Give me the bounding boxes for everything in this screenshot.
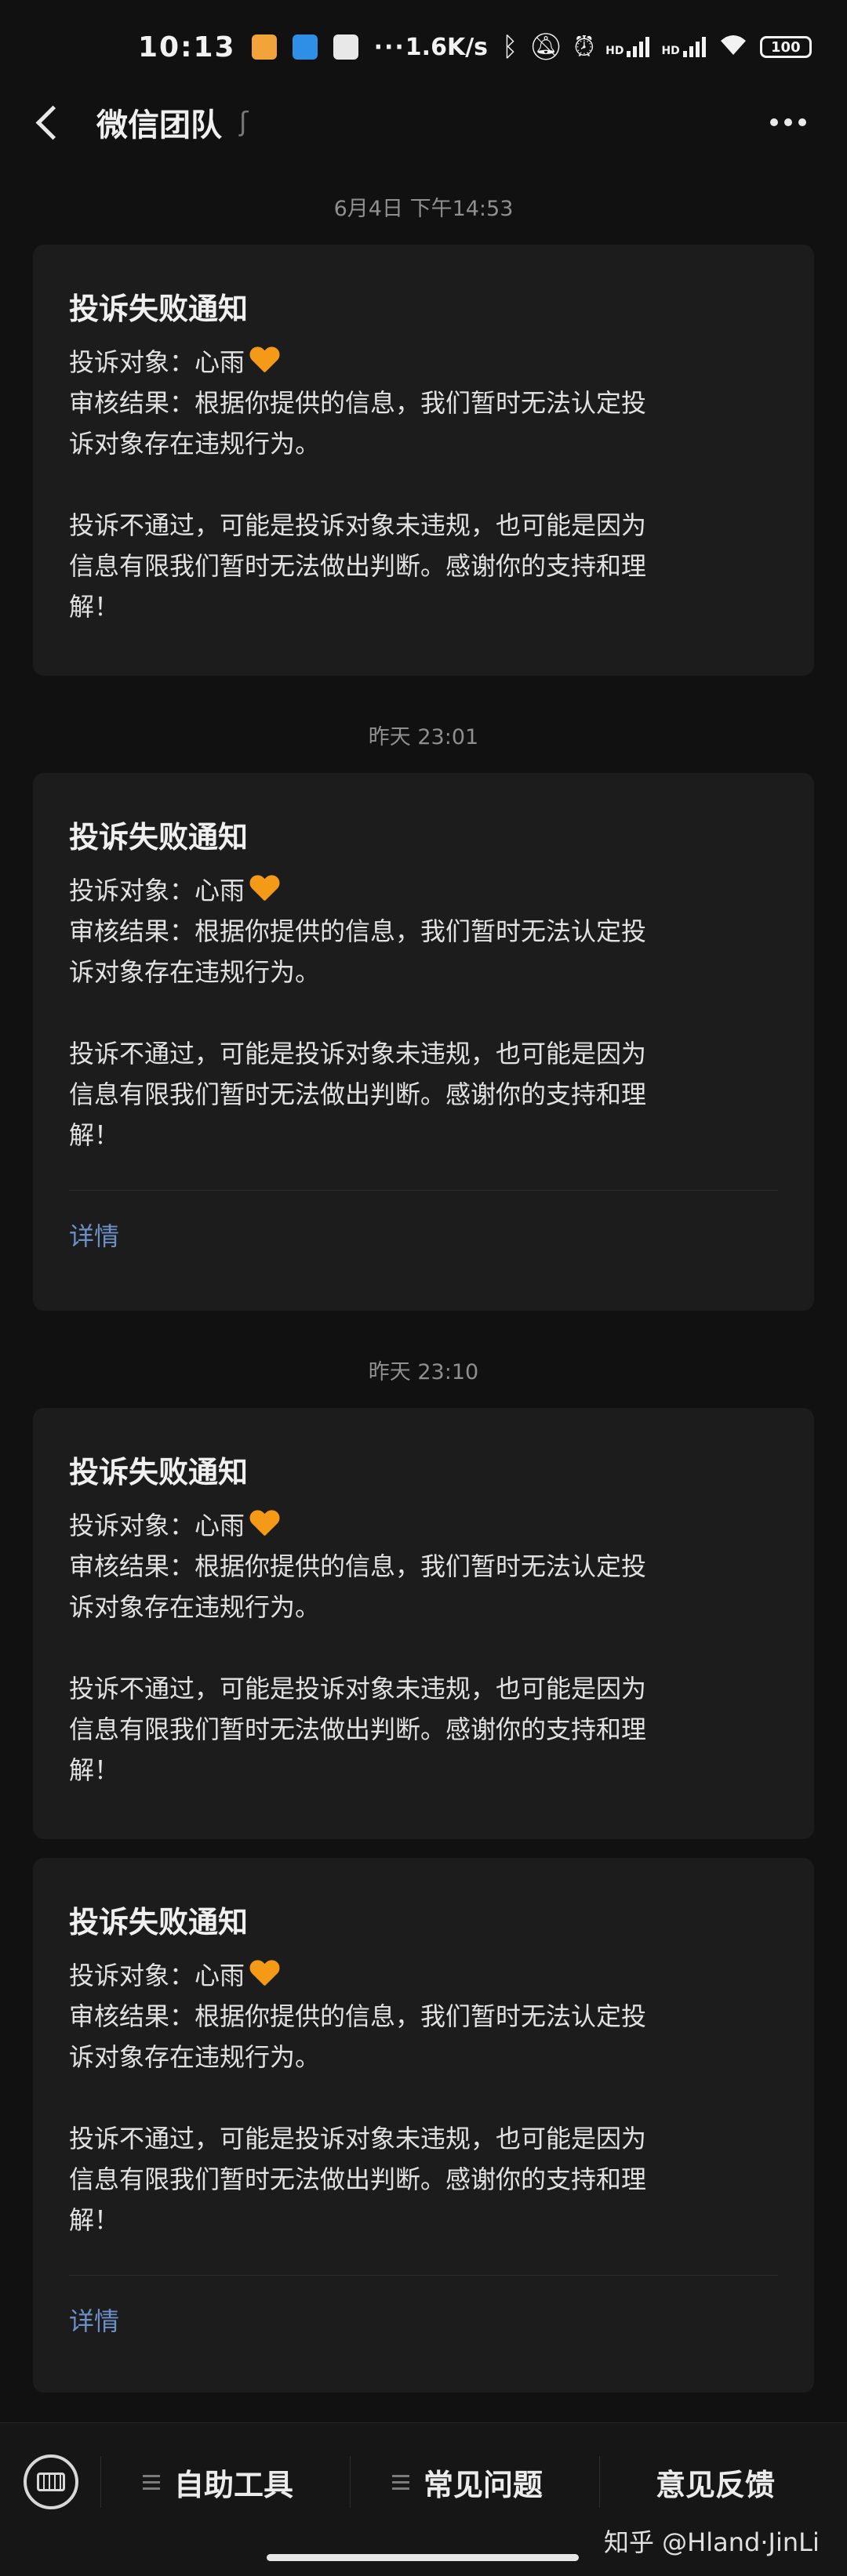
more-options-icon[interactable] (770, 118, 806, 126)
mute-icon: 🔕︎ (529, 31, 563, 63)
menu-label: 意见反馈 (656, 2467, 776, 2502)
notification-app-icon (251, 34, 277, 60)
review-result-cont: 诉对象存在违规行为。 (69, 1592, 321, 1622)
note-text: 投诉不通过，可能是投诉对象未违规，也可能是因为 (69, 510, 647, 540)
menu-list-icon (392, 2474, 409, 2490)
status-left: 10:13 ··· (138, 31, 405, 63)
earpiece-icon: ʃ (239, 107, 249, 138)
menu-faq[interactable]: 常见问题 (392, 2458, 543, 2506)
notification-card[interactable]: 投诉失败通知 投诉对象：心雨 审核结果：根据你提供的信息，我们暂时无法认定投 诉… (33, 245, 814, 676)
notification-app-icon (292, 34, 318, 60)
review-result: 审核结果：根据你提供的信息，我们暂时无法认定投 (69, 2001, 647, 2031)
note-text: 信息有限我们暂时无法做出判断。感谢你的支持和理 (69, 2164, 647, 2194)
menu-label: 自助工具 (174, 2467, 294, 2502)
battery-level: 100 (771, 38, 801, 56)
menu-list-icon (143, 2474, 160, 2490)
menu-separator (350, 2456, 351, 2508)
card-title: 投诉失败通知 (69, 292, 249, 326)
message-timestamp: 昨天 23:10 (368, 1360, 479, 1384)
complaint-target: 投诉对象：心雨 (69, 1511, 245, 1540)
status-right: 1.6K/s ᛒ 🔕︎ ⏰︎ HD HD 100 (405, 31, 812, 63)
notification-card[interactable]: 投诉失败通知 投诉对象：心雨 审核结果：根据你提供的信息，我们暂时无法认定投 诉… (33, 1408, 814, 1839)
note-text: 解！ (69, 592, 120, 622)
note-text: 解！ (69, 1755, 120, 1785)
orange-heart-icon (249, 347, 279, 374)
review-result-cont: 诉对象存在违规行为。 (69, 2042, 321, 2072)
orange-heart-icon (249, 1511, 279, 1537)
card-title: 投诉失败通知 (69, 820, 249, 854)
note-text: 解！ (69, 1120, 120, 1150)
review-result: 审核结果：根据你提供的信息，我们暂时无法认定投 (69, 388, 647, 418)
review-result-cont: 诉对象存在违规行为。 (69, 429, 321, 459)
more-notifications: ··· (373, 33, 405, 61)
complaint-target: 投诉对象：心雨 (69, 1961, 245, 1990)
status-bar: 10:13 ··· 1.6K/s ᛒ 🔕︎ ⏰︎ HD HD 100 (0, 0, 847, 94)
details-link[interactable]: 详情 (69, 2302, 119, 2340)
chat-title: 微信团队 (96, 107, 222, 143)
hd-label: HD (661, 45, 680, 57)
note-text: 投诉不通过，可能是投诉对象未违规，也可能是因为 (69, 1674, 647, 1703)
card-title: 投诉失败通知 (69, 1455, 249, 1489)
card-divider (69, 1190, 778, 1191)
details-link[interactable]: 详情 (69, 1217, 119, 1255)
card-body: 投诉对象：心雨 审核结果：根据你提供的信息，我们暂时无法认定投 诉对象存在违规行… (69, 1505, 778, 1791)
orange-heart-icon (249, 1961, 279, 1987)
menu-feedback[interactable]: 意见反馈 (656, 2458, 775, 2506)
signal-icon: HD (605, 37, 650, 57)
card-title: 投诉失败通知 (69, 1905, 249, 1939)
note-text: 投诉不通过，可能是投诉对象未违规，也可能是因为 (69, 2124, 647, 2153)
review-result: 审核结果：根据你提供的信息，我们暂时无法认定投 (69, 1551, 647, 1581)
complaint-target: 投诉对象：心雨 (69, 347, 245, 377)
review-result: 审核结果：根据你提供的信息，我们暂时无法认定投 (69, 916, 647, 946)
chat-screen: 10:13 ··· 1.6K/s ᛒ 🔕︎ ⏰︎ HD HD 100 微信团队 … (0, 0, 847, 2576)
keyboard-icon[interactable] (24, 2454, 78, 2509)
notification-card[interactable]: 投诉失败通知 投诉对象：心雨 审核结果：根据你提供的信息，我们暂时无法认定投 诉… (33, 773, 814, 1311)
complaint-target: 投诉对象：心雨 (69, 876, 245, 905)
status-time: 10:13 (138, 31, 236, 63)
message-timestamp: 昨天 23:01 (368, 725, 479, 749)
card-body: 投诉对象：心雨 审核结果：根据你提供的信息，我们暂时无法认定投 诉对象存在违规行… (69, 870, 778, 1156)
note-text: 信息有限我们暂时无法做出判断。感谢你的支持和理 (69, 551, 647, 581)
review-result-cont: 诉对象存在违规行为。 (69, 957, 321, 987)
menu-separator (599, 2456, 600, 2508)
watermark: 知乎 @Hland·JinLi (604, 2527, 820, 2557)
mail-icon (333, 34, 358, 60)
orange-heart-icon (249, 876, 279, 902)
home-indicator[interactable] (267, 2554, 579, 2561)
menu-self-service-tools[interactable]: 自助工具 (143, 2458, 293, 2506)
alarm-icon: ⏰︎ (573, 31, 595, 63)
card-divider (69, 2275, 778, 2276)
card-body: 投诉对象：心雨 审核结果：根据你提供的信息，我们暂时无法认定投 诉对象存在违规行… (69, 342, 778, 627)
signal-icon: HD (661, 37, 706, 57)
note-text: 投诉不通过，可能是投诉对象未违规，也可能是因为 (69, 1039, 647, 1068)
note-text: 解！ (69, 2205, 120, 2235)
network-speed: 1.6K/s (405, 33, 489, 61)
back-icon[interactable] (35, 105, 71, 140)
chat-header: 微信团队 ʃ (0, 94, 847, 151)
battery-icon: 100 (759, 36, 812, 58)
card-body: 投诉对象：心雨 审核结果：根据你提供的信息，我们暂时无法认定投 诉对象存在违规行… (69, 1955, 778, 2240)
bluetooth-icon: ᛒ (502, 31, 518, 63)
hd-label: HD (605, 45, 624, 57)
menu-separator (100, 2456, 101, 2508)
menu-label: 常见问题 (424, 2467, 543, 2502)
note-text: 信息有限我们暂时无法做出判断。感谢你的支持和理 (69, 1079, 647, 1109)
notification-card[interactable]: 投诉失败通知 投诉对象：心雨 审核结果：根据你提供的信息，我们暂时无法认定投 诉… (33, 1858, 814, 2393)
note-text: 信息有限我们暂时无法做出判断。感谢你的支持和理 (69, 1714, 647, 1744)
message-timestamp: 6月4日 下午14:53 (333, 197, 514, 221)
wifi-icon (718, 33, 749, 62)
